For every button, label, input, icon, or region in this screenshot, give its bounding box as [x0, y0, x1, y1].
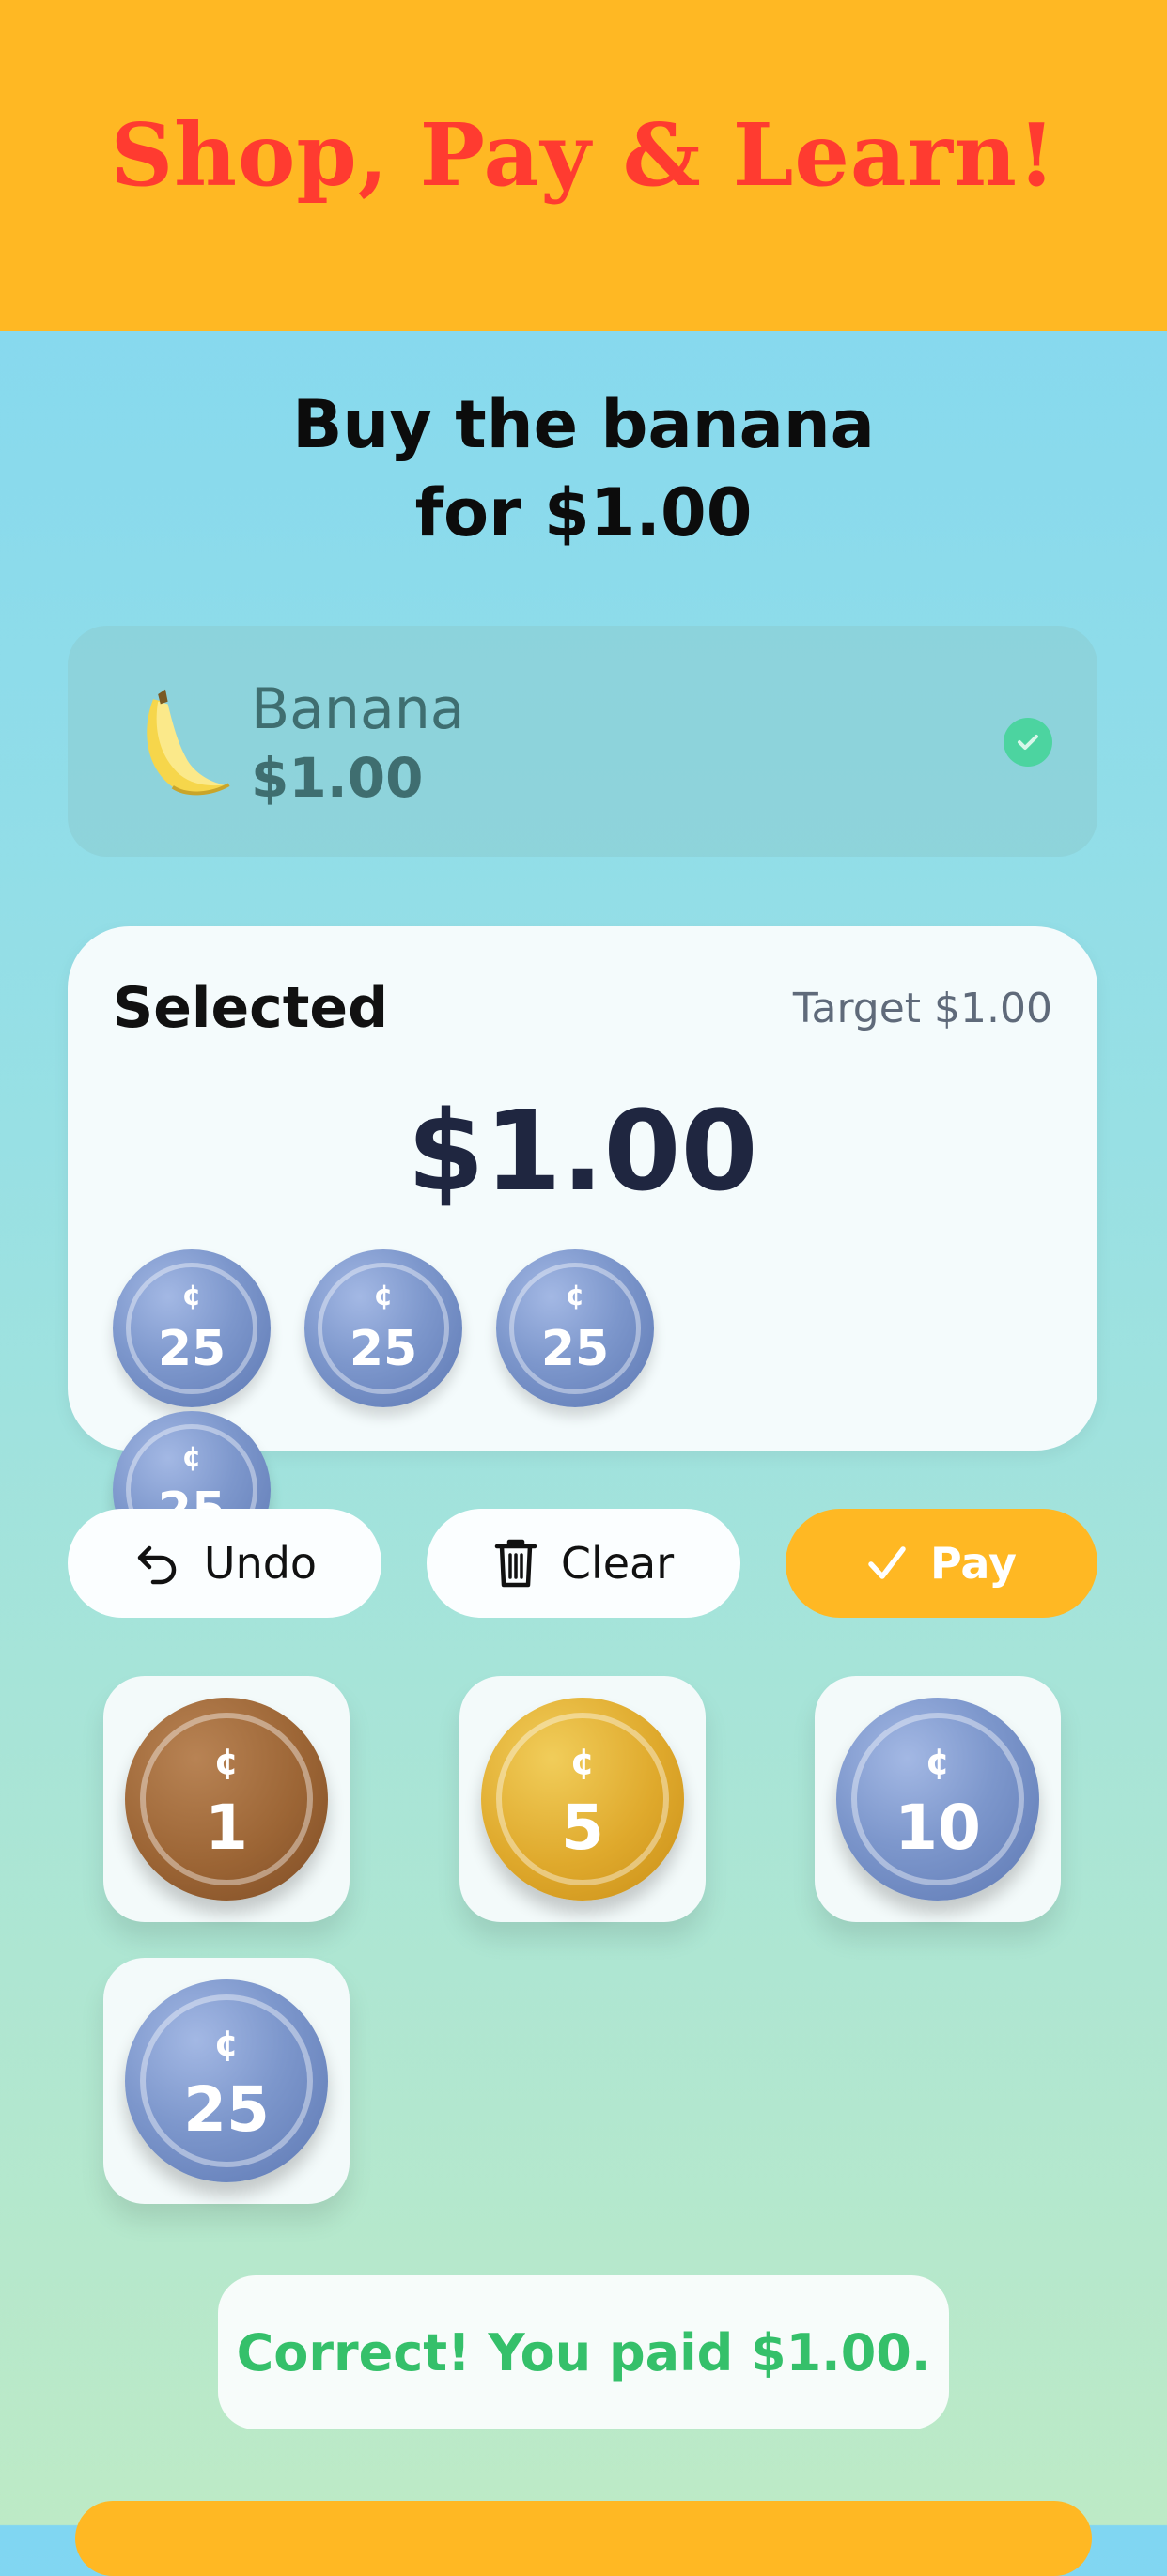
undo-button[interactable]: Undo: [68, 1509, 381, 1618]
undo-label: Undo: [203, 1538, 318, 1589]
coin-value: 25: [183, 2073, 270, 2146]
selected-coin[interactable]: ¢ 25: [113, 1249, 271, 1407]
coin-5-cent[interactable]: ¢ 5: [481, 1698, 684, 1901]
coin-tile-5[interactable]: ¢ 5: [459, 1676, 706, 1922]
cent-symbol: ¢: [373, 1280, 394, 1312]
banana-icon: [147, 689, 230, 796]
selected-coin-list: ¢ 25 ¢ 25 ¢ 25 ¢ 25: [113, 1249, 864, 1569]
coin-25-cent[interactable]: ¢ 25: [125, 1979, 328, 2182]
cent-symbol: ¢: [565, 1280, 585, 1312]
target-amount: Target $1.00: [792, 985, 1052, 1032]
cent-symbol: ¢: [181, 1280, 202, 1312]
cent-symbol: ¢: [213, 2023, 240, 2064]
undo-icon: [137, 1545, 177, 1585]
clear-button[interactable]: Clear: [427, 1509, 740, 1618]
selected-coin[interactable]: ¢ 25: [496, 1249, 654, 1407]
cent-symbol: ¢: [181, 1441, 202, 1474]
product-price: $1.00: [251, 746, 424, 810]
coin-tile-25[interactable]: ¢ 25: [103, 1958, 350, 2204]
coin-tile-10[interactable]: ¢ 10: [815, 1676, 1061, 1922]
product-name: Banana: [251, 676, 465, 742]
product-card[interactable]: Banana $1.00: [68, 626, 1097, 857]
cent-symbol: ¢: [213, 1741, 240, 1782]
app-header: Shop, Pay & Learn!: [0, 0, 1167, 331]
checkmark-icon: [868, 1546, 906, 1579]
feedback-message: Correct! You paid $1.00.: [218, 2275, 949, 2429]
task-prompt: Buy the banana for $1.00: [0, 380, 1167, 557]
coin-10-cent[interactable]: ¢ 10: [836, 1698, 1039, 1901]
selected-total: $1.00: [407, 1086, 758, 1216]
selected-coins-panel: Selected Target $1.00 $1.00 ¢ 25 ¢ 25 ¢ …: [68, 926, 1097, 1569]
coin-value: 10: [895, 1792, 981, 1864]
coin-tile-1[interactable]: ¢ 1: [103, 1676, 350, 1922]
selected-label: Selected: [113, 975, 389, 1041]
coin-value: 25: [157, 1321, 226, 1377]
trash-icon: [494, 1539, 537, 1588]
cent-symbol: ¢: [569, 1741, 596, 1782]
pay-button[interactable]: Pay: [786, 1509, 1097, 1618]
task-prompt-line2: for $1.00: [414, 474, 753, 551]
selected-coin[interactable]: ¢ 25: [304, 1249, 462, 1407]
coin-1-cent[interactable]: ¢ 1: [125, 1698, 328, 1901]
clear-label: Clear: [560, 1538, 675, 1589]
cent-symbol: ¢: [925, 1741, 951, 1782]
coin-value: 5: [561, 1792, 604, 1864]
check-icon: [1004, 718, 1052, 767]
bottom-action-bar[interactable]: [75, 2501, 1092, 2576]
pay-label: Pay: [929, 1538, 1018, 1589]
app-title: Shop, Pay & Learn!: [110, 104, 1057, 206]
coin-value: 25: [540, 1321, 610, 1377]
task-prompt-line1: Buy the banana: [292, 386, 875, 463]
coin-value: 1: [205, 1792, 248, 1864]
coin-value: 25: [349, 1321, 418, 1377]
